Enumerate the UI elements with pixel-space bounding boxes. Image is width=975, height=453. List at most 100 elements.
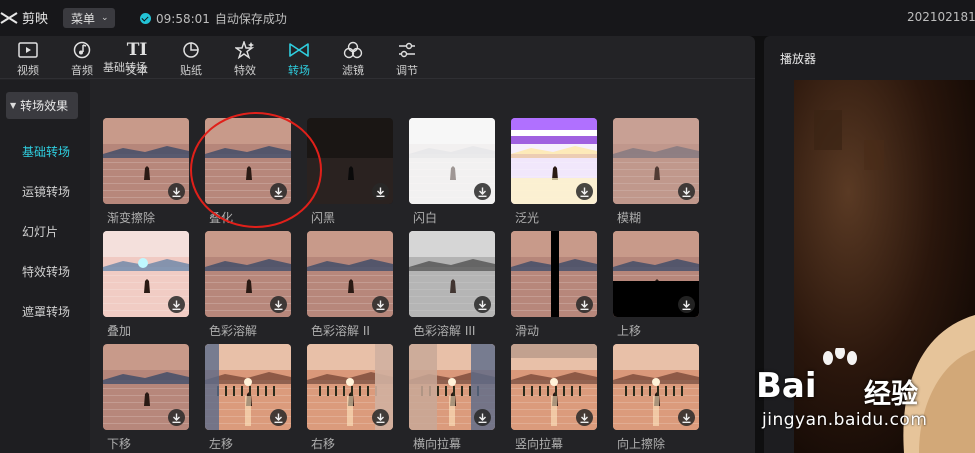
download-icon[interactable]	[474, 183, 491, 200]
transition-tile[interactable]	[103, 231, 189, 317]
transition-label: 滑动	[515, 324, 540, 338]
transition-label: 上移	[617, 324, 642, 338]
transition-tile[interactable]	[511, 231, 597, 317]
tab-audio[interactable]: 音频	[62, 39, 102, 79]
transition-label: 横向拉幕	[413, 437, 462, 451]
chevron-down-icon: ⌄	[101, 13, 109, 23]
save-status: 09:58:01 自动保存成功	[140, 10, 287, 27]
menu-label: 菜单	[71, 11, 96, 26]
adjust-icon	[387, 39, 427, 61]
download-icon[interactable]	[474, 409, 491, 426]
tab-label: 特效	[234, 64, 256, 77]
app-logo: 剪映	[0, 8, 48, 27]
transition-label: 闪白	[413, 211, 438, 225]
tab-label: 贴纸	[180, 64, 202, 77]
tab-adjust[interactable]: 调节	[387, 39, 427, 79]
download-icon[interactable]	[576, 409, 593, 426]
audio-icon	[62, 39, 102, 61]
transition-tile[interactable]	[613, 231, 699, 317]
category-slideshow[interactable]: 幻灯片	[22, 223, 58, 240]
download-icon[interactable]	[168, 409, 185, 426]
transition-label: 闪黑	[311, 211, 336, 225]
transition-tile[interactable]	[409, 231, 495, 317]
caret-down-icon: ▼	[10, 101, 17, 110]
download-icon[interactable]	[270, 409, 287, 426]
transition-label: 色彩溶解	[209, 324, 258, 338]
transition-label: 色彩溶解 II	[311, 324, 370, 338]
transition-tile[interactable]	[511, 344, 597, 430]
transition-tile[interactable]	[409, 344, 495, 430]
download-icon[interactable]	[678, 409, 695, 426]
tab-filter[interactable]: 滤镜	[333, 39, 373, 79]
menu-button[interactable]: 菜单 ⌄	[63, 8, 115, 28]
transition-label: 泛光	[515, 211, 540, 225]
transition-tile[interactable]	[307, 231, 393, 317]
capcut-logo-icon	[0, 9, 18, 27]
category-basic[interactable]: 基础转场	[22, 143, 70, 160]
download-icon[interactable]	[576, 183, 593, 200]
tab-label: 音频	[71, 64, 93, 77]
transition-label: 叠加	[107, 324, 132, 338]
transition-tile[interactable]	[205, 231, 291, 317]
transition-tile[interactable]	[307, 118, 393, 204]
download-icon[interactable]	[576, 296, 593, 313]
transition-tile[interactable]	[103, 344, 189, 430]
category-camera[interactable]: 运镜转场	[22, 183, 70, 200]
download-icon[interactable]	[270, 296, 287, 313]
effects-icon	[225, 39, 265, 61]
transition-tile[interactable]	[511, 118, 597, 204]
download-icon[interactable]	[372, 296, 389, 313]
tab-effects[interactable]: 特效	[225, 39, 265, 79]
transition-label: 下移	[107, 437, 132, 451]
download-icon[interactable]	[270, 183, 287, 200]
transition-icon	[279, 39, 319, 61]
text-icon: TI	[126, 40, 148, 60]
category-group-transition[interactable]: ▼ 转场效果	[6, 92, 78, 119]
check-icon	[140, 13, 151, 24]
category-sidebar: ▼ 转场效果 基础转场 运镜转场 幻灯片 特效转场 遮罩转场	[0, 80, 90, 453]
tab-label: 转场	[288, 64, 310, 77]
download-icon[interactable]	[678, 296, 695, 313]
category-effect[interactable]: 特效转场	[22, 263, 70, 280]
transition-tile[interactable]	[103, 118, 189, 204]
tab-label: 调节	[396, 64, 418, 77]
section-title: 基础转场	[103, 61, 147, 74]
watermark-brand: Bai	[756, 366, 817, 406]
transition-label: 竖向拉幕	[515, 437, 564, 451]
transition-tile[interactable]	[613, 118, 699, 204]
transition-label: 色彩溶解 III	[413, 324, 476, 338]
tab-transition[interactable]: 转场	[279, 39, 319, 79]
transition-label: 左移	[209, 437, 234, 451]
download-icon[interactable]	[372, 183, 389, 200]
player-title: 播放器	[780, 52, 817, 66]
transition-tile[interactable]	[205, 118, 291, 204]
download-icon[interactable]	[168, 183, 185, 200]
save-time: 09:58:01	[156, 11, 210, 26]
transition-tile[interactable]	[307, 344, 393, 430]
category-mask[interactable]: 遮罩转场	[22, 303, 70, 320]
transition-label: 右移	[311, 437, 336, 451]
download-icon[interactable]	[474, 296, 491, 313]
transition-tile[interactable]	[409, 118, 495, 204]
watermark-brand-cn: 经验	[864, 379, 918, 410]
tab-label: 视频	[17, 64, 39, 77]
tab-sticker[interactable]: 贴纸	[171, 39, 211, 79]
sticker-icon	[171, 39, 211, 61]
download-icon[interactable]	[678, 183, 695, 200]
save-status-text: 自动保存成功	[214, 12, 287, 26]
download-icon[interactable]	[372, 409, 389, 426]
transition-label: 模糊	[617, 211, 642, 225]
category-group-label: 转场效果	[20, 99, 69, 113]
transition-label: 叠化	[209, 211, 234, 225]
filter-icon	[333, 39, 373, 61]
transition-label: 向上擦除	[617, 437, 666, 451]
project-id: 20210218101	[907, 10, 975, 24]
transition-tile[interactable]	[613, 344, 699, 430]
top-bar: 剪映 菜单 ⌄ 09:58:01 自动保存成功 20210218101	[0, 0, 975, 36]
app-name: 剪映	[22, 12, 49, 27]
tab-video[interactable]: 视频	[8, 39, 48, 79]
video-icon	[8, 39, 48, 61]
transition-tile[interactable]	[205, 344, 291, 430]
download-icon[interactable]	[168, 296, 185, 313]
watermark-url: jingyan.baidu.com	[762, 410, 928, 430]
